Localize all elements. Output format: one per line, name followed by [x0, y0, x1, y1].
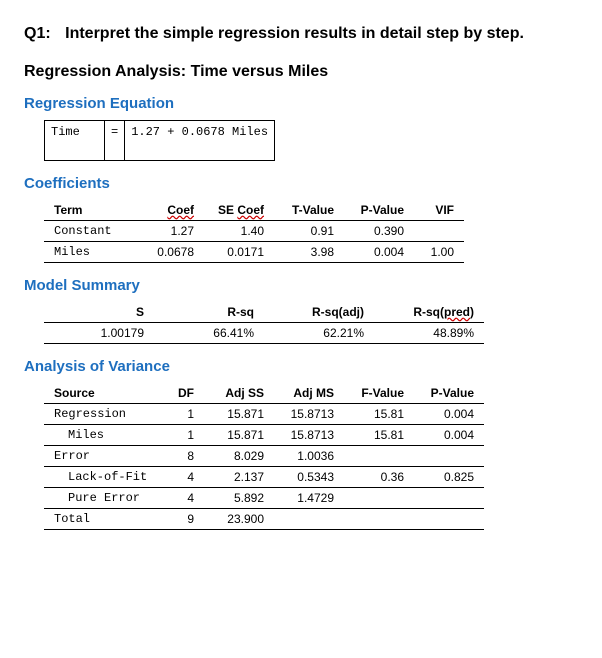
coef-row: Miles 0.0678 0.0171 3.98 0.004 1.00 [44, 241, 464, 262]
anova-df: 9 [164, 508, 204, 529]
anova-adjms [274, 508, 344, 529]
coef-value: 1.27 [134, 220, 204, 241]
anova-adjms: 1.0036 [274, 445, 344, 466]
anova-header-row: Source DF Adj SS Adj MS F-Value P-Value [44, 383, 484, 404]
equation-equals: = [105, 120, 125, 160]
anova-f [344, 487, 414, 508]
anova-row: Error 8 8.029 1.0036 [44, 445, 484, 466]
equation-row: Time = 1.27 + 0.0678 Miles [45, 120, 275, 160]
anova-p: 0.004 [414, 424, 484, 445]
coef-header-vif: VIF [414, 200, 464, 221]
anova-adjss: 2.137 [204, 466, 274, 487]
anova-adjms: 15.8713 [274, 424, 344, 445]
anova-p: 0.825 [414, 466, 484, 487]
ms-header-row: S R-sq R-sq(adj) R-sq(pred) [44, 302, 484, 323]
section-coefficients: Coefficients [24, 175, 578, 192]
anova-row: Lack-of-Fit 4 2.137 0.5343 0.36 0.825 [44, 466, 484, 487]
coef-header-p: P-Value [344, 200, 414, 221]
anova-header-adjms: Adj MS [274, 383, 344, 404]
coefficients-table: Term Coef SE Coef T-Value P-Value VIF Co… [44, 200, 464, 263]
coef-se: 0.0171 [204, 241, 274, 262]
anova-adjss: 15.871 [204, 424, 274, 445]
anova-f: 0.36 [344, 466, 414, 487]
anova-row: Total 9 23.900 [44, 508, 484, 529]
equation-table: Time = 1.27 + 0.0678 Miles [44, 120, 275, 161]
coef-vif: 1.00 [414, 241, 464, 262]
anova-p [414, 487, 484, 508]
anova-df: 1 [164, 424, 204, 445]
ms-rsqp: 48.89% [374, 322, 484, 343]
anova-table: Source DF Adj SS Adj MS F-Value P-Value … [44, 383, 484, 530]
coef-vif [414, 220, 464, 241]
anova-adjss: 5.892 [204, 487, 274, 508]
anova-source: Miles [44, 424, 164, 445]
coef-term: Constant [44, 220, 134, 241]
anova-header-source: Source [44, 383, 164, 404]
coef-header-coef: Coef [134, 200, 204, 221]
anova-adjms: 15.8713 [274, 403, 344, 424]
coef-p: 0.004 [344, 241, 414, 262]
ms-s: 1.00179 [44, 322, 154, 343]
ms-rsqa: 62.21% [264, 322, 374, 343]
anova-adjss: 8.029 [204, 445, 274, 466]
anova-row: Miles 1 15.871 15.8713 15.81 0.004 [44, 424, 484, 445]
anova-df: 4 [164, 466, 204, 487]
anova-header-p: P-Value [414, 383, 484, 404]
coef-row: Constant 1.27 1.40 0.91 0.390 [44, 220, 464, 241]
coef-t: 0.91 [274, 220, 344, 241]
section-model-summary: Model Summary [24, 277, 578, 294]
question-text: Interpret the simple regression results … [65, 25, 524, 42]
anova-f [344, 508, 414, 529]
ms-row: 1.00179 66.41% 62.21% 48.89% [44, 322, 484, 343]
ms-header-rsq: R-sq [154, 302, 264, 323]
ms-header-rsqp: R-sq(pred) [374, 302, 484, 323]
anova-f [344, 445, 414, 466]
anova-row: Regression 1 15.871 15.8713 15.81 0.004 [44, 403, 484, 424]
coef-se: 1.40 [204, 220, 274, 241]
anova-p [414, 508, 484, 529]
anova-source: Error [44, 445, 164, 466]
equation-response: Time [45, 120, 105, 160]
anova-header-f: F-Value [344, 383, 414, 404]
question-label: Q1: [24, 25, 51, 42]
anova-source: Regression [44, 403, 164, 424]
coef-term: Miles [44, 241, 134, 262]
ms-rsq: 66.41% [154, 322, 264, 343]
anova-df: 8 [164, 445, 204, 466]
anova-source: Lack-of-Fit [44, 466, 164, 487]
anova-f: 15.81 [344, 424, 414, 445]
anova-row: Pure Error 4 5.892 1.4729 [44, 487, 484, 508]
question-heading: Q1: Interpret the simple regression resu… [24, 20, 578, 49]
model-summary-table: S R-sq R-sq(adj) R-sq(pred) 1.00179 66.4… [44, 302, 484, 344]
anova-source: Total [44, 508, 164, 529]
anova-p: 0.004 [414, 403, 484, 424]
anova-source: Pure Error [44, 487, 164, 508]
anova-adjms: 1.4729 [274, 487, 344, 508]
ms-header-rsqa: R-sq(adj) [264, 302, 374, 323]
section-regression-equation: Regression Equation [24, 95, 578, 112]
anova-df: 1 [164, 403, 204, 424]
coefficients-header-row: Term Coef SE Coef T-Value P-Value VIF [44, 200, 464, 221]
equation-expression: 1.27 + 0.0678 Miles [125, 120, 275, 160]
anova-adjss: 23.900 [204, 508, 274, 529]
coef-t: 3.98 [274, 241, 344, 262]
coef-value: 0.0678 [134, 241, 204, 262]
anova-header-df: DF [164, 383, 204, 404]
coef-header-t: T-Value [274, 200, 344, 221]
coef-header-term: Term [44, 200, 134, 221]
anova-header-adjss: Adj SS [204, 383, 274, 404]
section-anova: Analysis of Variance [24, 358, 578, 375]
anova-f: 15.81 [344, 403, 414, 424]
coef-header-se: SE Coef [204, 200, 274, 221]
anova-p [414, 445, 484, 466]
anova-adjms: 0.5343 [274, 466, 344, 487]
analysis-title: Regression Analysis: Time versus Miles [24, 63, 578, 81]
coef-p: 0.390 [344, 220, 414, 241]
anova-adjss: 15.871 [204, 403, 274, 424]
ms-header-s: S [44, 302, 154, 323]
anova-df: 4 [164, 487, 204, 508]
